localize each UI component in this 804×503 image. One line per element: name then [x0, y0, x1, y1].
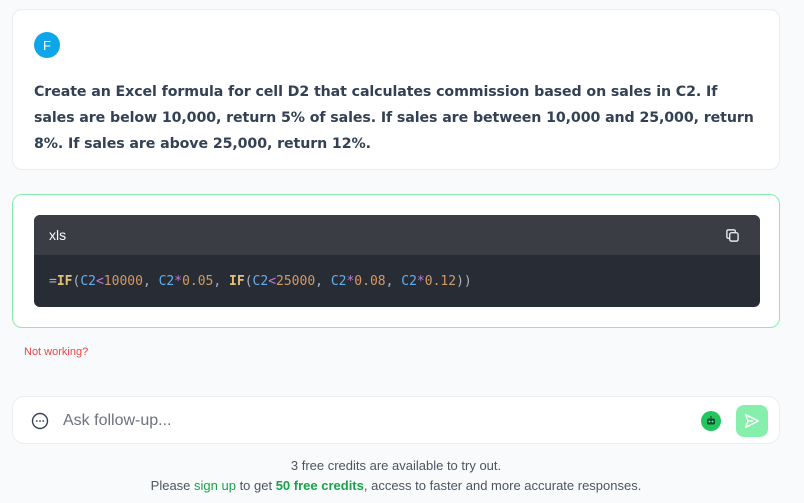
- code-token: ,: [385, 273, 402, 289]
- code-token: )): [456, 273, 472, 289]
- code-token: 10000: [103, 273, 143, 289]
- code-token: *: [174, 273, 183, 289]
- code-token: *: [416, 273, 425, 289]
- code-body: = IF(C2 <10000, C2 * 0.05, IF(C2 <25000, C2 * 0…: [34, 255, 760, 307]
- prompt-text: Create an Excel formula for cell D2 that…: [34, 84, 754, 152]
- signup-credits: 50 free credits: [275, 478, 364, 493]
- followup-input[interactable]: [63, 407, 683, 435]
- code-token: =: [49, 273, 57, 289]
- code-token: IF: [229, 273, 245, 289]
- code-token: C2: [80, 273, 96, 289]
- code-token: (: [72, 273, 81, 289]
- code-token: 0.05: [182, 273, 214, 289]
- code-token: <: [268, 273, 277, 289]
- code-token: ,: [213, 273, 230, 289]
- free-credits-notice: 3 free credits are available to try out.: [290, 458, 502, 473]
- followup-bar: [12, 396, 780, 444]
- code-token: (: [244, 273, 253, 289]
- code-block: xls = IF(C2 <10000, C2 * 0.05, IF(C2 <25000, …: [34, 215, 760, 307]
- chat-bubble-icon: [31, 412, 49, 430]
- signup-notice: Please sign up to get 50 free credits, a…: [0, 478, 792, 493]
- code-header: xls: [34, 215, 760, 255]
- code-token: 25000: [276, 273, 316, 289]
- code-language-label: xls: [49, 227, 67, 243]
- send-icon: [744, 413, 760, 429]
- signup-prefix: Please: [150, 478, 195, 493]
- code-token: 0.08: [354, 273, 386, 289]
- signup-suffix: , access to faster and more accurate res…: [363, 478, 642, 493]
- robot-icon[interactable]: [701, 411, 721, 431]
- code-token: IF: [56, 273, 73, 289]
- code-token: C2: [252, 273, 269, 289]
- code-token: ,: [315, 273, 331, 289]
- answer-card: xls = IF(C2 <10000, C2 * 0.05, IF(C2 <25000, …: [12, 194, 780, 328]
- signup-middle: to get: [235, 478, 276, 493]
- code-token: C2: [330, 273, 347, 289]
- user-avatar: F: [34, 32, 60, 58]
- code-token: C2: [401, 273, 417, 289]
- code-token: 0.12: [424, 273, 457, 289]
- code-token: *: [346, 273, 355, 289]
- prompt-card: F Create an Excel formula for cell D2 th…: [12, 9, 780, 170]
- signup-link[interactable]: sign up: [194, 478, 236, 493]
- code-token: <: [95, 273, 104, 289]
- not-working-link[interactable]: Not working?: [24, 346, 88, 358]
- code-token: ,: [142, 273, 159, 289]
- code-token: C2: [158, 273, 175, 289]
- copy-icon[interactable]: [724, 227, 740, 243]
- send-button[interactable]: [736, 405, 768, 437]
